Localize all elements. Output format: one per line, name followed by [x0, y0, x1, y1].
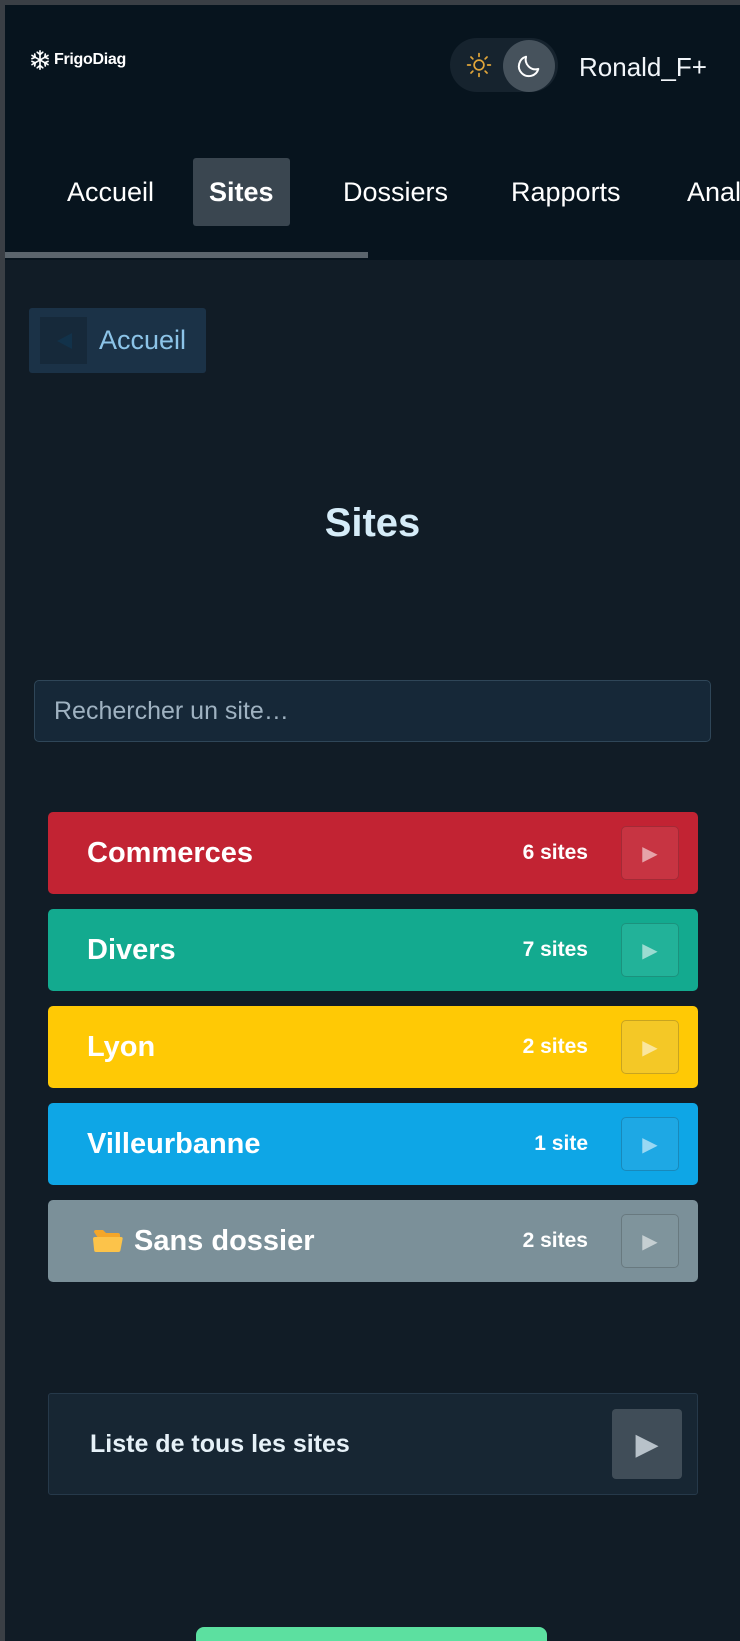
folder-name: Commerces: [87, 837, 254, 869]
open-folder-button[interactable]: ▶: [621, 1020, 679, 1074]
play-icon: ▶: [642, 939, 658, 962]
back-button-label: Accueil: [99, 325, 187, 355]
folder-name: Sans dossier: [92, 1200, 315, 1282]
folder-row-commerces[interactable]: Commerces 6 sites ▶: [48, 812, 698, 894]
nav-item-dossiers[interactable]: Dossiers: [327, 158, 464, 226]
nav-item-analyses[interactable]: Anal: [671, 158, 740, 226]
open-folder-button[interactable]: ▶: [621, 826, 679, 880]
triangle-left-icon: [56, 332, 72, 349]
app-frame: FrigoDiag Ronald_F+ Accueil Sites Dossie…: [5, 5, 740, 1641]
search-input[interactable]: [34, 680, 711, 742]
main-nav: Accueil Sites Dossiers Rapports Anal: [5, 158, 740, 228]
folder-row-lyon[interactable]: Lyon 2 sites ▶: [48, 1006, 698, 1088]
play-icon: ▶: [642, 1230, 658, 1253]
play-icon: ▶: [642, 1036, 658, 1059]
folder-icon: [93, 1230, 123, 1252]
nav-item-rapports[interactable]: Rapports: [495, 158, 637, 226]
dark-theme-button[interactable]: [503, 40, 555, 92]
folder-name: Lyon: [87, 1031, 156, 1063]
nav-item-accueil[interactable]: Accueil: [51, 158, 170, 226]
nav-scrollbar[interactable]: [5, 252, 368, 258]
folder-row-divers[interactable]: Divers 7 sites ▶: [48, 909, 698, 991]
all-sites-label: Liste de tous les sites: [90, 1430, 350, 1458]
all-sites-row[interactable]: Liste de tous les sites ▶: [48, 1393, 698, 1495]
open-folder-button[interactable]: ▶: [621, 923, 679, 977]
logo[interactable]: FrigoDiag: [29, 49, 126, 71]
sun-icon: [466, 52, 492, 78]
folder-name: Divers: [87, 934, 176, 966]
play-icon: ▶: [642, 842, 658, 865]
moon-icon: [517, 55, 540, 78]
logo-text: FrigoDiag: [54, 51, 126, 68]
folder-count: 7 sites: [522, 938, 588, 961]
nav-item-sites[interactable]: Sites: [193, 158, 290, 226]
play-icon: ▶: [635, 1427, 659, 1461]
play-icon: ▶: [642, 1133, 658, 1156]
folder-count: 2 sites: [522, 1035, 588, 1058]
folder-count: 6 sites: [522, 841, 588, 864]
folder-count: 2 sites: [522, 1229, 588, 1252]
folder-count: 1 site: [534, 1132, 588, 1155]
back-button[interactable]: Accueil: [29, 308, 206, 373]
theme-toggle[interactable]: [450, 38, 558, 92]
header: FrigoDiag Ronald_F+ Accueil Sites Dossie…: [5, 5, 740, 260]
folder-name-text: Sans dossier: [134, 1225, 315, 1257]
open-folder-button[interactable]: ▶: [621, 1117, 679, 1171]
snowflake-icon: [31, 50, 49, 70]
all-sites-button[interactable]: ▶: [612, 1409, 682, 1479]
open-folder-button[interactable]: ▶: [621, 1214, 679, 1268]
light-theme-button[interactable]: [456, 42, 502, 88]
folder-row-villeurbanne[interactable]: Villeurbanne 1 site ▶: [48, 1103, 698, 1185]
back-icon-box: [40, 317, 87, 364]
page-title: Sites: [324, 501, 421, 545]
folder-name: Villeurbanne: [87, 1128, 261, 1160]
bottom-action-bar[interactable]: [196, 1627, 547, 1641]
folder-row-sans-dossier[interactable]: Sans dossier 2 sites ▶: [48, 1200, 698, 1282]
username[interactable]: Ronald_F+: [579, 52, 707, 83]
